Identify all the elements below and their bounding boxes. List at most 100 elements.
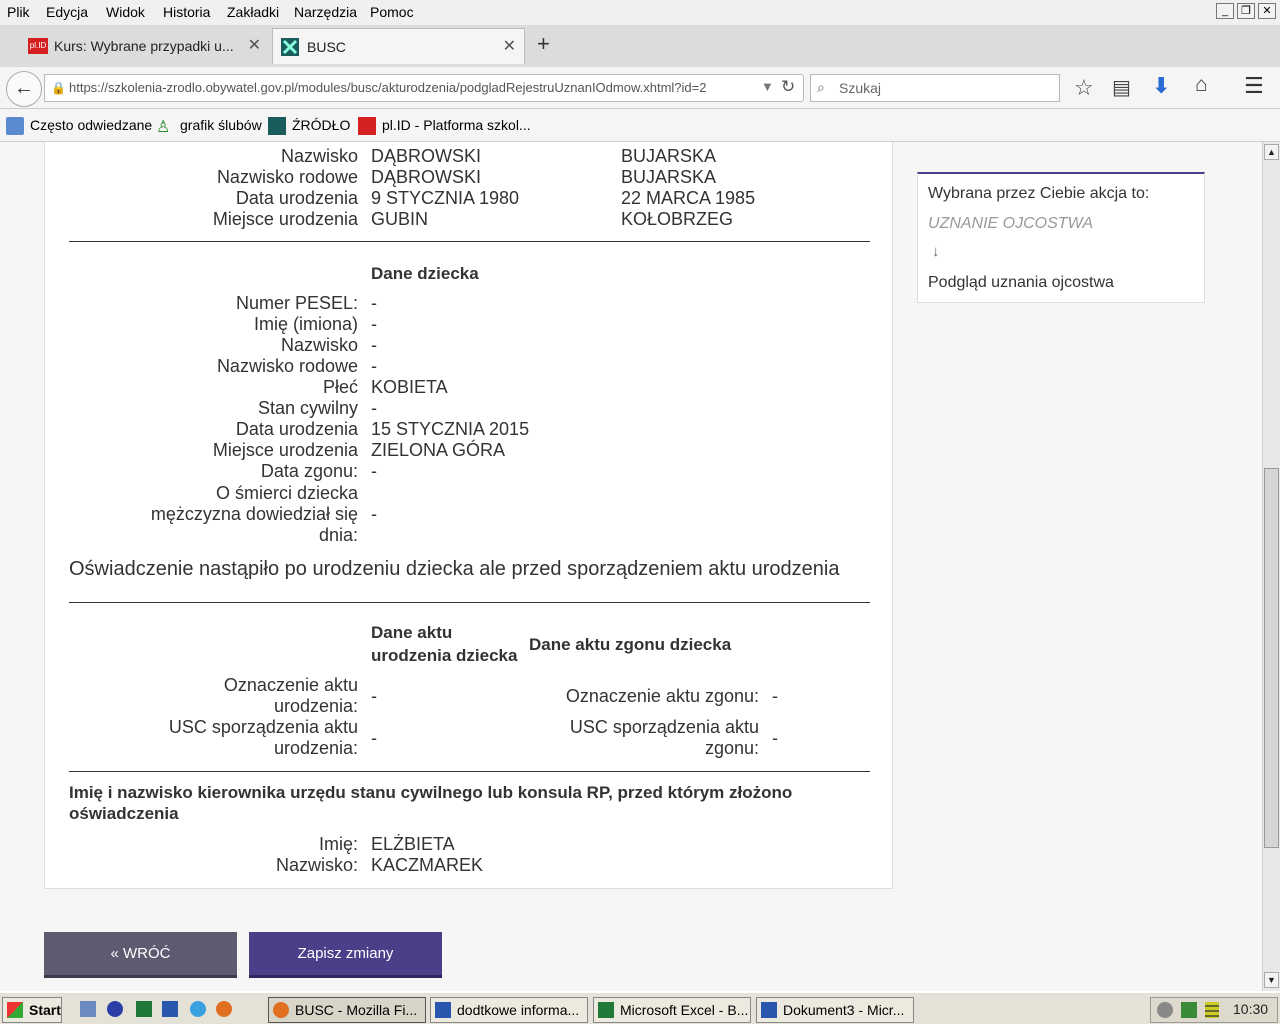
network-icon[interactable]	[1181, 1002, 1197, 1018]
page-content: Nazwisko DĄBROWSKI BUJARSKA Nazwisko rod…	[0, 142, 1262, 991]
bookmark-czesto[interactable]: Często odwiedzane	[6, 117, 152, 136]
divider	[69, 241, 870, 242]
menu-narzedzia[interactable]: Narzędzia	[294, 4, 357, 20]
child-row-label: Nazwisko	[280, 335, 358, 355]
firefox-icon[interactable]	[216, 1001, 232, 1017]
reading-list-icon[interactable]: ▤	[1112, 75, 1131, 100]
taskbar-item-excel[interactable]: Microsoft Excel - B...	[593, 997, 751, 1023]
child-row-value: -	[371, 356, 377, 376]
menu-historia[interactable]: Historia	[163, 4, 210, 20]
hamburger-menu-icon[interactable]: ☰	[1244, 73, 1264, 99]
url-bar[interactable]: 🔒 https://szkolenia-zrodlo.obywatel.gov.…	[44, 74, 804, 102]
search-placeholder: Szukaj	[839, 80, 882, 96]
death-act-heading: Dane aktu zgonu dziecka	[529, 635, 732, 654]
taskbar-item-word-doc[interactable]: dodtkowe informa...	[430, 997, 588, 1023]
tab-kurs[interactable]: pl.ID Kurs: Wybrane przypadki u... ✕	[24, 28, 269, 64]
menu-plik[interactable]: Plik	[7, 4, 30, 20]
registrar-heading: oświadczenia	[69, 804, 179, 823]
close-window-button[interactable]: ✕	[1258, 3, 1276, 19]
back-button[interactable]: « WRÓĆ	[44, 932, 237, 978]
registrar-first-value: ELŻBIETA	[371, 834, 455, 854]
scroll-up-icon[interactable]: ▲	[1264, 144, 1279, 160]
usc-icon[interactable]	[107, 1001, 123, 1017]
home-icon[interactable]: ⌂	[1195, 73, 1208, 97]
menu-bar: Plik Edycja Widok Historia Zakładki Narz…	[0, 0, 1280, 25]
tab-busc[interactable]: BUSC ✕	[272, 28, 525, 64]
dropdown-arrow-icon[interactable]: ▼	[761, 79, 774, 94]
menu-pomoc[interactable]: Pomoc	[370, 4, 414, 20]
birth-mark-label: Oznaczenie aktu	[223, 675, 358, 695]
death-knowledge-value: -	[371, 504, 377, 524]
bookmark-zrodlo[interactable]: ŹRÓDŁO	[268, 117, 351, 136]
taskbar-item-busc[interactable]: BUSC - Mozilla Fi...	[268, 997, 426, 1023]
excel-icon[interactable]	[136, 1001, 152, 1017]
birth-usc-label: USC sporządzenia aktu	[168, 717, 358, 737]
menu-widok[interactable]: Widok	[106, 4, 145, 20]
birth-mark-label: urodzenia:	[273, 696, 358, 716]
search-icon: ⌕	[817, 79, 825, 95]
death-knowledge-label: mężczyzna dowiedział się	[150, 504, 358, 524]
mother-value: BUJARSKA	[621, 146, 717, 166]
taskbar-item-label: Microsoft Excel - B...	[620, 1002, 749, 1018]
word-icon[interactable]	[162, 1001, 178, 1017]
person-icon: ♙	[156, 119, 171, 137]
bookmark-folder-icon	[6, 117, 24, 136]
tray-icon[interactable]	[1157, 1002, 1173, 1018]
death-mark-value: -	[772, 686, 778, 706]
death-usc-label: zgonu:	[704, 738, 759, 758]
navigation-bar: ← 🔒 https://szkolenia-zrodlo.obywatel.go…	[0, 67, 1280, 109]
system-tray: 10:30	[1150, 997, 1278, 1023]
tab-kurs-label: Kurs: Wybrane przypadki u...	[54, 38, 234, 54]
bookmark-plid[interactable]: pl.ID - Platforma szkol...	[358, 117, 531, 136]
battery-icon[interactable]	[1205, 1002, 1219, 1018]
father-value: 9 STYCZNIA 1980	[371, 188, 520, 208]
sidebar-action: UZNANIE OJCOSTWA	[928, 215, 1094, 232]
menu-edycja[interactable]: Edycja	[46, 4, 88, 20]
document-panel: Nazwisko DĄBROWSKI BUJARSKA Nazwisko rod…	[44, 142, 893, 889]
scroll-down-icon[interactable]: ▼	[1264, 972, 1279, 988]
restore-button[interactable]: ❐	[1237, 3, 1255, 19]
save-button[interactable]: Zapisz zmiany	[249, 932, 442, 978]
taskbar-item-label: dodtkowe informa...	[457, 1002, 580, 1018]
taskbar-item-word-doc3[interactable]: Dokument3 - Micr...	[756, 997, 914, 1023]
vertical-scrollbar[interactable]: ▲ ▼	[1262, 142, 1280, 991]
show-desktop-icon[interactable]	[80, 1001, 96, 1017]
ie-icon[interactable]	[190, 1001, 206, 1017]
lock-icon: 🔒	[51, 81, 66, 95]
child-row-label: Nazwisko rodowe	[216, 356, 358, 376]
parent-row-label: Data urodzenia	[235, 188, 358, 208]
firefox-icon	[273, 1002, 289, 1018]
child-row-label: Data zgonu:	[260, 461, 358, 481]
father-value: DĄBROWSKI	[371, 167, 482, 187]
menu-zakladki[interactable]: Zakładki	[227, 4, 279, 20]
new-tab-icon[interactable]: +	[537, 31, 550, 57]
death-mark-label: Oznaczenie aktu zgonu:	[565, 686, 759, 706]
back-arrow-icon[interactable]: ←	[6, 71, 42, 107]
mother-value: BUJARSKA	[621, 167, 717, 187]
bookmark-label: grafik ślubów	[180, 117, 262, 133]
word-icon	[435, 1002, 451, 1018]
star-icon[interactable]: ☆	[1074, 75, 1094, 101]
birth-usc-label: urodzenia:	[273, 738, 358, 758]
close-tab-icon[interactable]: ✕	[503, 29, 516, 65]
url-text: https://szkolenia-zrodlo.obywatel.gov.pl…	[69, 80, 707, 95]
busc-icon	[281, 38, 299, 56]
plid-icon	[358, 117, 376, 136]
start-label: Start	[29, 1002, 61, 1018]
search-box[interactable]: ⌕ Szukaj	[810, 74, 1060, 102]
bookmark-grafik[interactable]: ♙ grafik ślubów	[156, 117, 262, 137]
reload-icon[interactable]: ↻	[781, 77, 795, 97]
download-icon[interactable]: ⬇	[1152, 73, 1170, 99]
death-usc-value: -	[772, 728, 778, 748]
scrollbar-thumb[interactable]	[1264, 468, 1279, 848]
child-row-value: -	[371, 293, 377, 313]
close-tab-icon[interactable]: ✕	[248, 28, 261, 64]
minimize-button[interactable]: _	[1216, 3, 1234, 19]
child-row-value: -	[371, 335, 377, 355]
child-row-value: 15 STYCZNIA 2015	[371, 419, 530, 439]
statement-text: Oświadczenie nastąpiło po urodzeniu dzie…	[69, 558, 840, 580]
start-button[interactable]: Start	[2, 997, 62, 1023]
bookmark-label: ŹRÓDŁO	[292, 117, 351, 133]
death-knowledge-label: O śmierci dziecka	[215, 483, 358, 503]
death-knowledge-label: dnia:	[318, 525, 358, 545]
